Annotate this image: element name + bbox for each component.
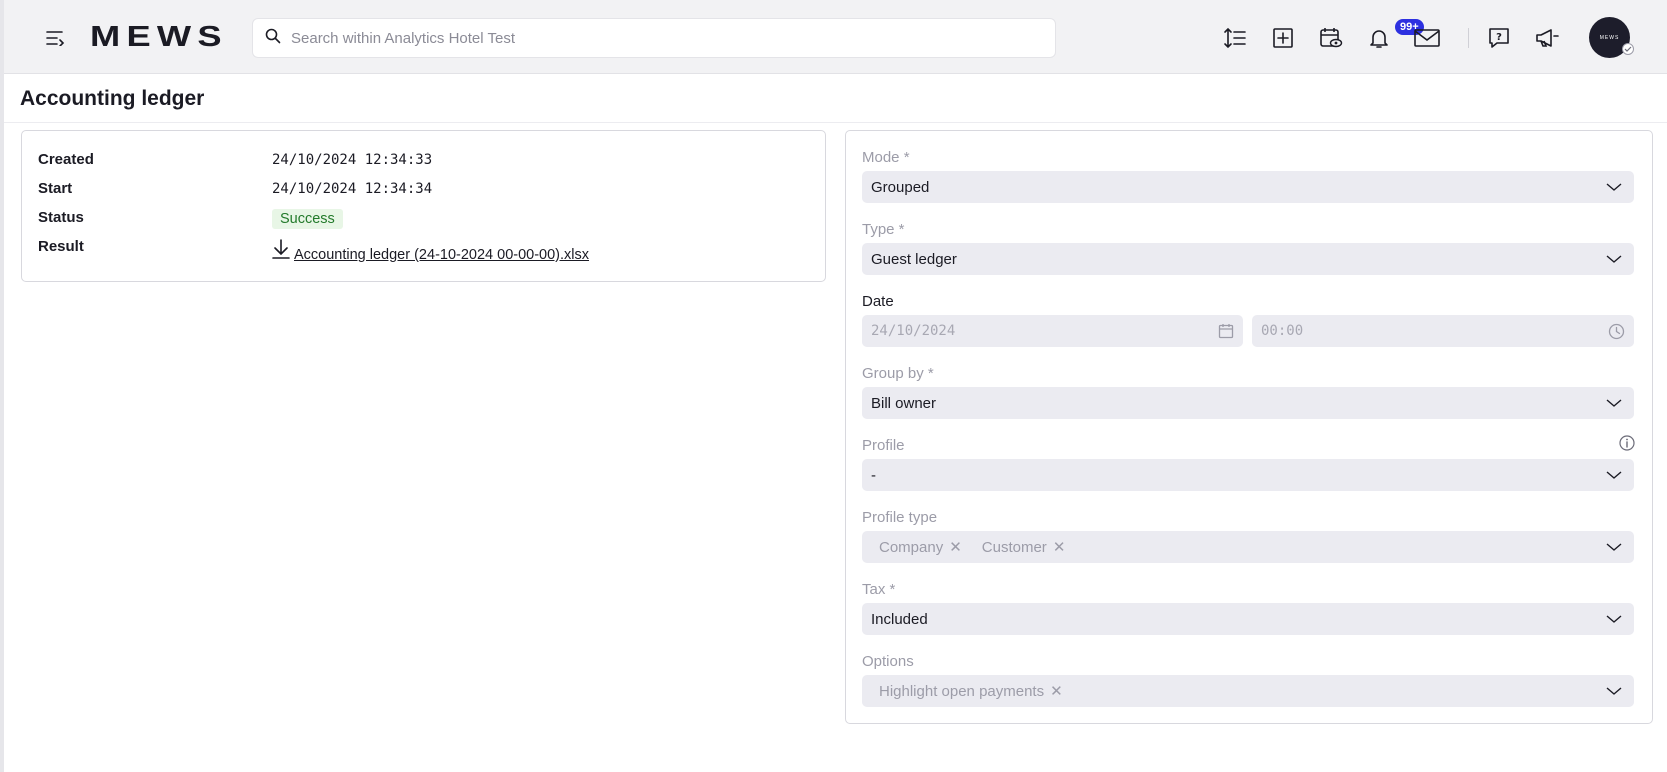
options-label: Options: [862, 653, 914, 670]
profile-label: Profile: [862, 437, 905, 454]
start-label: Start: [38, 180, 73, 197]
chip-customer: Customer ✕: [981, 538, 1066, 557]
svg-text:?: ?: [1496, 32, 1502, 43]
app-root: MEWS 99+ ? MEWS: [0, 0, 1667, 772]
type-select[interactable]: Guest ledger: [862, 243, 1634, 275]
chip-label: Customer: [981, 538, 1047, 556]
date-label: Date: [862, 293, 894, 310]
chevron-down-icon: [1606, 540, 1622, 558]
tax-label: Tax *: [862, 581, 896, 598]
created-label: Created: [38, 151, 94, 168]
add-square-icon[interactable]: [1267, 22, 1299, 54]
download-icon: [272, 239, 290, 263]
tax-value: Included: [871, 610, 928, 628]
date-input[interactable]: [871, 323, 1171, 339]
result-file-name: Accounting ledger (24-10-2024 00-00-00).…: [294, 247, 590, 263]
chevron-down-icon: [1606, 684, 1622, 702]
chevron-down-icon: [1606, 612, 1622, 630]
title-bar: Accounting ledger: [4, 75, 1667, 123]
megaphone-icon[interactable]: [1531, 22, 1563, 54]
info-icon[interactable]: [1619, 435, 1635, 456]
avatar-status-icon: [1622, 43, 1634, 55]
chip-highlight-open-payments: Highlight open payments ✕: [879, 682, 1063, 701]
mode-value: Grouped: [871, 178, 930, 196]
bell-icon[interactable]: [1363, 22, 1395, 54]
top-bar: MEWS 99+ ? MEWS: [4, 0, 1667, 74]
mews-logo[interactable]: MEWS: [90, 22, 228, 52]
status-badge: Success: [272, 209, 343, 229]
search-bar[interactable]: [252, 18, 1056, 58]
chevron-down-icon: [1606, 468, 1622, 486]
remove-chip-icon[interactable]: ✕: [1050, 682, 1063, 700]
search-icon: [265, 28, 281, 49]
options-multiselect[interactable]: Highlight open payments ✕: [862, 675, 1634, 707]
profile-select[interactable]: -: [862, 459, 1634, 491]
sort-height-icon[interactable]: [1219, 22, 1251, 54]
toolbar-divider: [1468, 28, 1469, 48]
mail-icon[interactable]: [1411, 22, 1443, 54]
page-title: Accounting ledger: [20, 87, 205, 110]
time-input[interactable]: [1261, 323, 1561, 339]
profile-value: -: [871, 466, 876, 484]
profile-type-label: Profile type: [862, 509, 938, 526]
report-settings-form: Mode * Grouped Type * Guest ledger Date …: [845, 130, 1653, 724]
start-value: 24/10/2024 12:34:34: [272, 181, 433, 197]
clock-icon[interactable]: [1608, 323, 1625, 345]
help-icon[interactable]: ?: [1483, 22, 1515, 54]
chip-label: Highlight open payments: [879, 682, 1045, 700]
calendar-view-icon[interactable]: [1315, 22, 1347, 54]
type-label: Type *: [862, 221, 905, 238]
mode-select[interactable]: Grouped: [862, 171, 1634, 203]
export-details-card: Created 24/10/2024 12:34:33 Start 24/10/…: [21, 130, 826, 282]
status-label: Status: [38, 209, 84, 226]
remove-chip-icon[interactable]: ✕: [1053, 538, 1066, 556]
tax-select[interactable]: Included: [862, 603, 1634, 635]
group-by-select[interactable]: Bill owner: [862, 387, 1634, 419]
chip-company: Company ✕: [879, 538, 962, 557]
search-input[interactable]: [291, 29, 1031, 47]
chevron-down-icon: [1606, 180, 1622, 198]
profile-type-multiselect[interactable]: Company ✕ Customer ✕: [862, 531, 1634, 563]
result-download-link[interactable]: Accounting ledger (24-10-2024 00-00-00).…: [272, 239, 589, 263]
created-value: 24/10/2024 12:34:33: [272, 152, 433, 168]
mode-label: Mode *: [862, 149, 910, 166]
remove-chip-icon[interactable]: ✕: [949, 538, 962, 556]
date-field[interactable]: [862, 315, 1243, 347]
type-value: Guest ledger: [871, 250, 957, 268]
time-field[interactable]: [1252, 315, 1634, 347]
chip-label: Company: [879, 538, 944, 556]
result-label: Result: [38, 238, 84, 255]
calendar-icon[interactable]: [1218, 323, 1234, 344]
chevron-down-icon: [1606, 252, 1622, 270]
chevron-down-icon: [1606, 396, 1622, 414]
group-by-label: Group by *: [862, 365, 934, 382]
menu-icon[interactable]: [44, 26, 68, 50]
group-by-value: Bill owner: [871, 394, 937, 412]
